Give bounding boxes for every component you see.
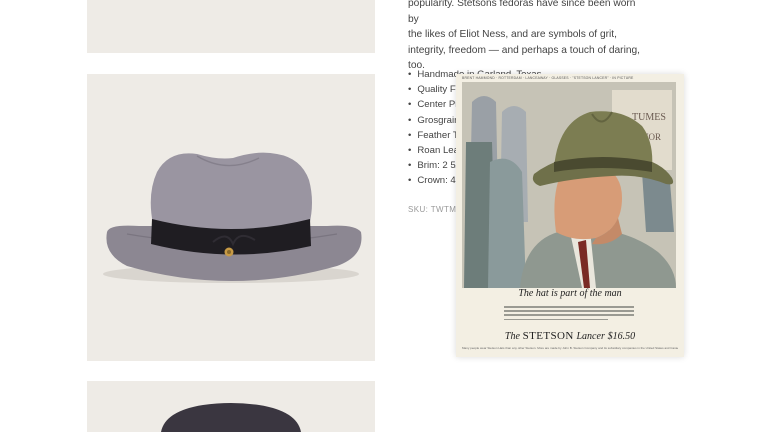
grey-fedora-illustration (103, 152, 362, 283)
vintage-stetson-ad-popup[interactable]: BRENT HAMMOND · ROTTERDAM · LANCEAWAY · … (456, 74, 684, 357)
ad-painting-man-in-hat: TUMES NOR (462, 82, 676, 288)
ad-body-text (504, 306, 634, 323)
ad-brand-model: Lancer (576, 331, 605, 342)
ad-fine-print: Many people wear Stetson Hats than any o… (462, 346, 678, 350)
ad-brand-price: $16.50 (607, 331, 636, 342)
ad-caption: The hat is part of the man (518, 288, 622, 299)
dark-fedora-illustration (161, 403, 301, 432)
product-image-dark-fedora[interactable] (87, 381, 375, 432)
description-line: integrity, freedom — and perhaps a touch… (408, 44, 640, 56)
description-line: popularity. Stetsons fedoras have since … (408, 0, 636, 25)
ad-top-credit: BRENT HAMMOND · ROTTERDAM · LANCEAWAY · … (462, 76, 634, 80)
dark-hat-crown (161, 403, 301, 432)
ad-brand-prefix: The (504, 331, 520, 342)
product-image-top[interactable] (87, 0, 375, 53)
product-image-grey-fedora[interactable] (87, 74, 375, 361)
ad-brand-line: The STETSON Lancer $16.50 (456, 330, 684, 342)
ad-brand-name: STETSON (522, 330, 574, 342)
product-description: popularity. Stetsons fedoras have since … (408, 0, 643, 74)
ad-sign-text: TUMES (632, 112, 666, 123)
sku-label: SKU: TWTMF (408, 205, 462, 214)
description-line: the likes of Eliot Ness, and are symbols… (408, 29, 617, 40)
